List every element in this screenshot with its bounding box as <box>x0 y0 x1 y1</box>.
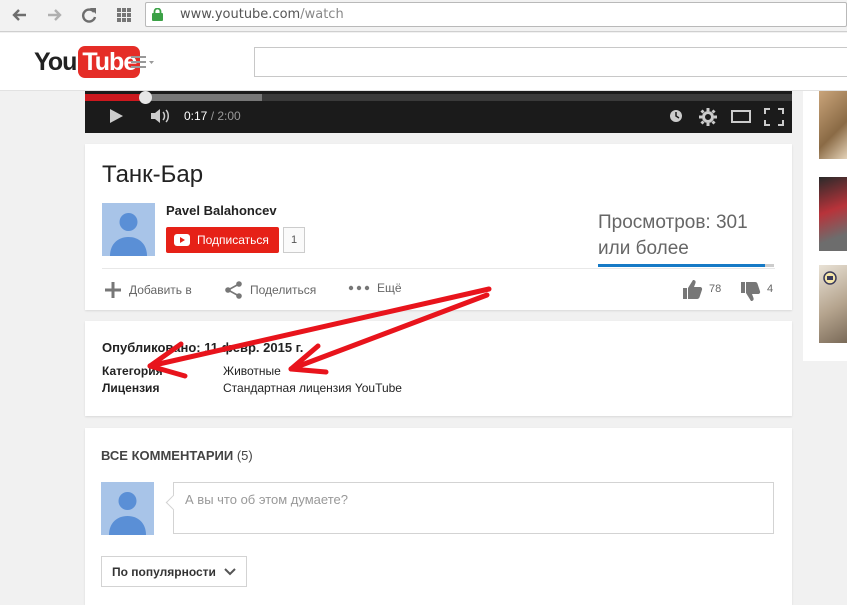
subscriber-count: 1 <box>283 227 305 253</box>
youtube-play-icon <box>174 234 190 246</box>
forward-icon[interactable] <box>43 4 65 26</box>
add-to-button[interactable]: Добавить в <box>104 281 192 299</box>
channel-name[interactable]: Pavel Balahoncev <box>166 203 277 218</box>
comments-header: ВСЕ КОММЕНТАРИИ (5) <box>101 448 253 463</box>
youtube-logo[interactable]: You Tube <box>34 46 141 78</box>
view-count: Просмотров: 301 или более <box>598 212 748 259</box>
thumbs-down-icon[interactable] <box>740 281 761 302</box>
sort-label: По популярности <box>112 564 216 579</box>
like-count: 78 <box>709 283 722 295</box>
related-thumbnail[interactable] <box>819 177 847 251</box>
video-title: Танк-Бар <box>102 161 204 188</box>
lock-icon <box>152 8 163 21</box>
youtube-masthead: You Tube <box>0 33 847 91</box>
publish-date: Опубликовано: 11 февр. 2015 г. <box>102 340 304 355</box>
dislike-count: 4 <box>767 283 774 295</box>
category-value[interactable]: Животные <box>223 364 281 378</box>
user-avatar <box>101 482 154 535</box>
apps-icon[interactable] <box>113 4 135 26</box>
share-icon <box>225 281 242 299</box>
thumbs-up-icon[interactable] <box>682 279 703 300</box>
more-dots-icon <box>348 285 370 291</box>
sort-dropdown[interactable]: По популярности <box>101 556 247 587</box>
progress-played <box>85 94 146 101</box>
related-thumbnail[interactable] <box>819 265 847 343</box>
video-details-card: Опубликовано: 11 февр. 2015 г. Категория… <box>85 321 792 416</box>
video-info-card: Танк-Бар Pavel Balahoncev Подписаться 1 … <box>85 144 792 310</box>
guide-menu-icon[interactable] <box>131 55 155 69</box>
back-icon[interactable] <box>9 4 31 26</box>
category-label: Категория <box>102 364 163 378</box>
play-icon[interactable] <box>107 107 125 125</box>
more-label: Ещё <box>377 281 402 295</box>
search-input[interactable] <box>254 47 847 77</box>
channel-badge-icon <box>823 271 837 285</box>
plus-icon <box>105 282 121 298</box>
more-actions-button[interactable]: Ещё <box>348 281 402 295</box>
license-label: Лицензия <box>102 381 160 395</box>
divider <box>102 268 775 269</box>
add-to-label: Добавить в <box>129 283 192 297</box>
settings-gear-icon[interactable] <box>698 107 718 127</box>
browser-toolbar: www.youtube.com/watch <box>0 0 847 32</box>
share-label: Поделиться <box>250 283 317 297</box>
reload-icon[interactable] <box>78 4 100 26</box>
channel-avatar[interactable] <box>102 203 155 256</box>
chevron-down-icon <box>224 567 236 575</box>
license-value: Стандартная лицензия YouTube <box>223 381 402 395</box>
address-bar[interactable]: www.youtube.com/watch <box>145 2 847 27</box>
url-text: www.youtube.com/watch <box>180 7 344 22</box>
volume-icon[interactable] <box>149 107 173 125</box>
share-button[interactable]: Поделиться <box>224 281 316 299</box>
subscribe-button[interactable]: Подписаться <box>166 227 279 253</box>
video-player[interactable]: 0:17 / 2:00 <box>85 91 792 133</box>
comment-placeholder: А вы что об этом думаете? <box>185 492 348 507</box>
subscribe-label: Подписаться <box>197 233 269 247</box>
comments-card: ВСЕ КОММЕНТАРИИ (5) А вы что об этом дум… <box>85 428 792 605</box>
time-display: 0:17 / 2:00 <box>184 109 241 123</box>
sentiment-bar-fill <box>598 264 766 267</box>
scrubber-handle[interactable] <box>139 91 153 104</box>
theater-mode-icon[interactable] <box>730 107 752 125</box>
comment-input[interactable]: А вы что об этом думаете? <box>173 482 774 534</box>
related-thumbnail[interactable] <box>819 91 847 159</box>
related-videos-sidebar <box>803 91 847 361</box>
sentiment-bar <box>598 264 774 267</box>
watch-later-icon[interactable] <box>667 107 685 125</box>
fullscreen-icon[interactable] <box>763 107 785 127</box>
